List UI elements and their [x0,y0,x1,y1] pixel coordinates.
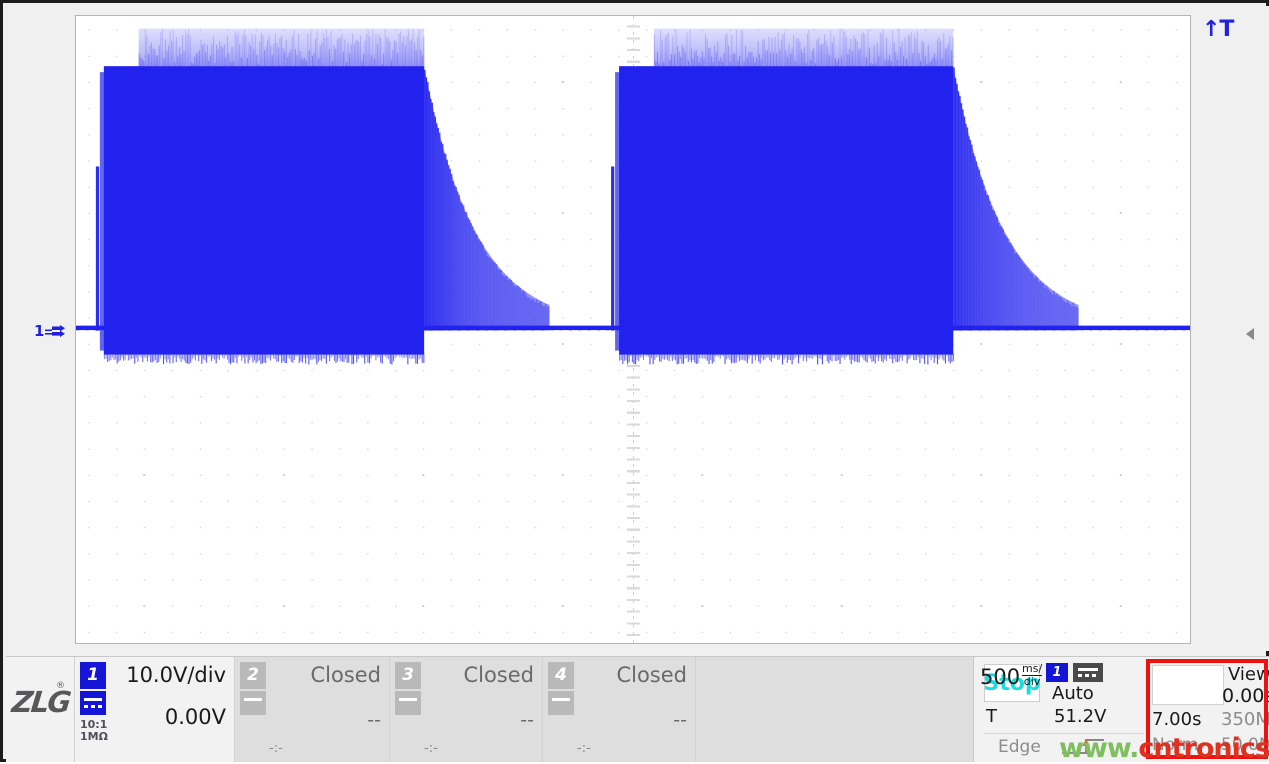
channel-1-offset[interactable]: 0.00V [165,705,226,729]
channel-2-badge-column[interactable]: 2 [240,662,266,715]
channel-1-number[interactable]: 1 [80,662,106,689]
total-capture-time: 7.00s [1152,709,1202,730]
coupling-solid-bar [399,698,417,701]
site-watermark: www.cntronics.com [1059,733,1269,764]
coupling-solid-bar [244,698,262,701]
trigger-coupling-icon[interactable] [1073,663,1103,682]
channel-1-ground-marker[interactable]: 1 [34,322,66,340]
channel-4-badge-column[interactable]: 4 [548,662,574,715]
channel-1-impedance: 1MΩ [80,730,108,743]
channel-4-offset: -- [673,709,687,731]
coupling-solid-bar [1078,668,1098,671]
channel-4-number[interactable]: 4 [548,662,574,689]
channel-3-panel[interactable]: 3 Closed -- -:- [389,657,542,762]
trigger-level-marker[interactable] [1246,328,1254,340]
channel-1-panel[interactable]: 1 10:1 1MΩ 10.0V/div 0.00V [74,657,234,762]
trigger-type-label: Edge [998,737,1041,757]
timebase-scale-value[interactable]: 500 [980,665,1020,689]
channel-4-bottom-marker: -:- [577,741,591,756]
channel-3-offset: -- [520,709,534,731]
view-offset-value[interactable]: 0.00s [1222,685,1269,707]
channel-1-badge-column[interactable]: 1 [80,662,106,715]
trigger-level-label: T [986,706,997,727]
trigger-source-badge[interactable]: 1 [1046,663,1068,682]
view-label: View [1228,664,1269,685]
trigger-level-row[interactable]: T 51.2V [984,706,1144,732]
channel-1-waveform [76,28,1190,365]
channel-2-offset: -- [367,709,381,731]
brand-logo: ZLG ® [6,657,74,762]
channel-4-status: Closed [616,663,687,687]
registered-trademark-icon: ® [56,681,65,691]
channel-2-number[interactable]: 2 [240,662,266,689]
channel-3-status: Closed [463,663,534,687]
trigger-level-value[interactable]: 51.2V [1054,706,1106,727]
graticule-grid[interactable] [75,15,1191,644]
channel-3-badge-column[interactable]: 3 [395,662,421,715]
timebase-unit-denominator: div [1022,675,1043,688]
channel-4-coupling-icon[interactable] [548,691,574,715]
ground-arrow-icon [45,324,66,339]
channel-2-bottom-marker: -:- [269,741,283,756]
timebase-unit-numerator: ms/ [1022,662,1043,675]
coupling-solid-bar [552,698,570,701]
waveform-display-area[interactable]: ↑T 1 [6,6,1269,651]
timebase-scale-unit: ms/ div [1022,662,1043,688]
oscilloscope-app: ↑T 1 ZLG ® 1 10:1 1MΩ 10.0V/div 0.00V 2 … [0,0,1269,764]
channel-3-number[interactable]: 3 [395,662,421,689]
watermark-prefix: www. [1059,733,1139,764]
channel-1-ground-label: 1 [34,322,45,340]
channel-1-volts-per-div[interactable]: 10.0V/div [126,663,226,687]
coupling-dashed-bar [84,705,102,708]
channel-3-bottom-marker: -:- [424,741,438,756]
watermark-domain: cntronics.com [1138,733,1269,764]
channel-1-coupling-icon[interactable] [80,691,106,715]
trigger-type-indicator: ↑T [1202,17,1234,42]
channel-2-panel[interactable]: 2 Closed -- -:- [234,657,389,762]
timebase-scale-box[interactable] [1152,665,1224,705]
status-bar-filler [695,657,973,762]
channel-1-probe-info: 10:1 1MΩ [80,719,108,743]
trigger-source-row[interactable]: 1 [1046,663,1103,682]
channel-3-coupling-icon[interactable] [395,691,421,715]
coupling-solid-bar [84,698,102,701]
trigger-sweep-mode[interactable]: Auto [1052,683,1094,704]
memory-depth: 350Mpts [1221,709,1269,730]
channel-2-coupling-icon[interactable] [240,691,266,715]
channel-4-panel[interactable]: 4 Closed -- -:- [542,657,695,762]
channel-2-status: Closed [310,663,381,687]
coupling-dashed-bar [1078,674,1098,677]
